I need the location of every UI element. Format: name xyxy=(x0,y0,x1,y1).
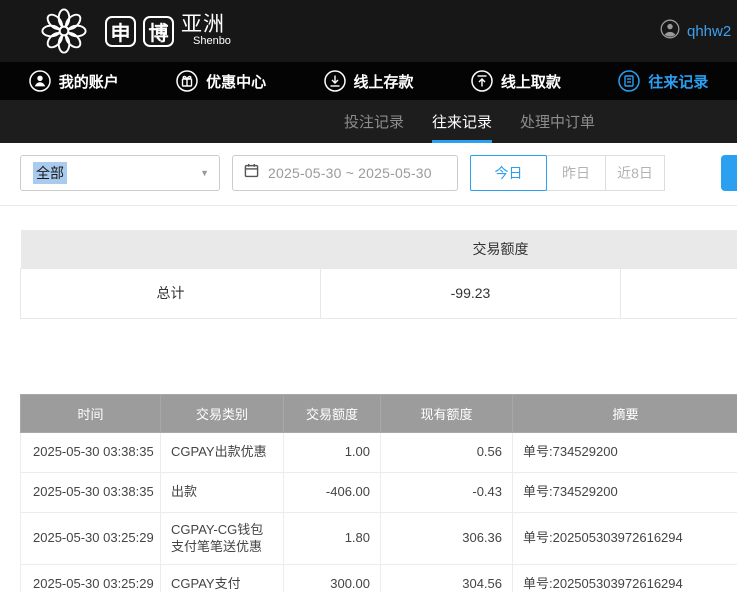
date-range-value: 2025-05-30 ~ 2025-05-30 xyxy=(268,165,432,181)
nav-label: 线上存款 xyxy=(354,71,414,92)
flower-logo-icon xyxy=(40,7,88,55)
summary-total-value: -99.23 xyxy=(321,268,621,318)
table-row: 2025-05-30 03:25:29 CGPAY-CG钱包支付笔笔送优惠 1.… xyxy=(21,512,737,564)
calendar-icon xyxy=(244,163,259,183)
sub-nav: 投注记录 往来记录 处理中订单 xyxy=(0,100,737,143)
records-table: 时间 交易类别 交易额度 现有额度 摘要 2025-05-30 03:38:35… xyxy=(20,394,737,592)
user-avatar-icon xyxy=(660,19,680,44)
logo-char-bo: 博 xyxy=(143,16,174,47)
records-header-row: 时间 交易类别 交易额度 现有额度 摘要 xyxy=(21,394,737,432)
col-amount: 交易额度 xyxy=(284,394,381,432)
type-select-value: 全部 xyxy=(33,162,67,184)
cell-time: 2025-05-30 03:25:29 xyxy=(21,564,161,592)
nav-item-withdraw[interactable]: 线上取款 xyxy=(442,62,589,100)
summary-empty-cell xyxy=(621,268,737,318)
summary-table: 交易额度 总计 -99.23 xyxy=(20,230,737,319)
cell-type: CGPAY支付 xyxy=(161,564,284,592)
last-8-days-button[interactable]: 近8日 xyxy=(605,155,665,191)
summary-header-row: 交易额度 xyxy=(21,230,737,268)
nav-item-transactions[interactable]: 往来记录 xyxy=(590,62,737,100)
nav-label: 线上取款 xyxy=(501,71,561,92)
col-balance: 现有额度 xyxy=(381,394,513,432)
cell-balance: 0.56 xyxy=(381,432,513,472)
table-row: 2025-05-30 03:38:35 CGPAY出款优惠 1.00 0.56 … xyxy=(21,432,737,472)
cell-balance: 304.56 xyxy=(381,564,513,592)
gift-circle-icon xyxy=(176,70,198,92)
cell-balance: 306.36 xyxy=(381,512,513,564)
yesterday-button[interactable]: 昨日 xyxy=(546,155,606,191)
date-range-input[interactable]: 2025-05-30 ~ 2025-05-30 xyxy=(232,155,458,191)
nav-item-promotions[interactable]: 优惠中心 xyxy=(147,62,294,100)
chevron-down-icon: ▼ xyxy=(200,168,209,178)
col-type: 交易类别 xyxy=(161,394,284,432)
cell-summary: 单号:202505303972616294 xyxy=(513,512,737,564)
cell-amount: 1.00 xyxy=(284,432,381,472)
cell-amount: -406.00 xyxy=(284,472,381,512)
cell-type: 出款 xyxy=(161,472,284,512)
summary-total-label: 总计 xyxy=(21,268,321,318)
cell-amount: 300.00 xyxy=(284,564,381,592)
cell-summary: 单号:734529200 xyxy=(513,432,737,472)
cell-time: 2025-05-30 03:38:35 xyxy=(21,432,161,472)
logo-char-shen: 申 xyxy=(105,16,136,47)
table-row: 2025-05-30 03:25:29 CGPAY支付 300.00 304.5… xyxy=(21,564,737,592)
brand-name-en: Shenbo xyxy=(181,36,231,48)
username-label: qhhw2 xyxy=(687,23,731,40)
main-nav: 我的账户 优惠中心 线上存款 xyxy=(0,62,737,100)
brand-logo: 申 博 亚洲 Shenbo xyxy=(40,7,231,55)
section-divider xyxy=(0,205,737,206)
app-header: 申 博 亚洲 Shenbo qhhw2 xyxy=(0,0,737,62)
search-button[interactable] xyxy=(721,155,737,191)
col-summary: 摘要 xyxy=(513,394,737,432)
cell-time: 2025-05-30 03:38:35 xyxy=(21,472,161,512)
records-circle-icon xyxy=(618,70,640,92)
tab-processing-orders[interactable]: 处理中订单 xyxy=(520,100,595,143)
type-select[interactable]: 全部 ▼ xyxy=(20,155,220,191)
quick-date-group: 今日 昨日 近8日 xyxy=(470,155,665,191)
cell-balance: -0.43 xyxy=(381,472,513,512)
summary-header-label: 交易额度 xyxy=(21,230,737,268)
user-account[interactable]: qhhw2 xyxy=(660,0,731,62)
nav-item-my-account[interactable]: 我的账户 xyxy=(0,62,147,100)
withdraw-circle-icon xyxy=(471,70,493,92)
filter-bar: 全部 ▼ 2025-05-30 ~ 2025-05-30 今日 昨日 近8日 xyxy=(0,143,737,191)
summary-total-row: 总计 -99.23 xyxy=(21,268,737,318)
tab-betting-records[interactable]: 投注记录 xyxy=(344,100,404,143)
cell-amount: 1.80 xyxy=(284,512,381,564)
tab-transaction-records[interactable]: 往来记录 xyxy=(432,100,492,143)
user-circle-icon xyxy=(29,70,51,92)
nav-label: 我的账户 xyxy=(59,71,119,92)
table-row: 2025-05-30 03:38:35 出款 -406.00 -0.43 单号:… xyxy=(21,472,737,512)
cell-type: CGPAY-CG钱包支付笔笔送优惠 xyxy=(161,512,284,564)
brand-text: 亚洲 Shenbo xyxy=(181,14,231,48)
cell-type: CGPAY出款优惠 xyxy=(161,432,284,472)
cell-summary: 单号:202505303972616294 xyxy=(513,564,737,592)
deposit-circle-icon xyxy=(324,70,346,92)
cell-time: 2025-05-30 03:25:29 xyxy=(21,512,161,564)
col-time: 时间 xyxy=(21,394,161,432)
nav-item-deposit[interactable]: 线上存款 xyxy=(295,62,442,100)
brand-name-cn: 亚洲 xyxy=(181,14,231,36)
nav-label: 优惠中心 xyxy=(206,71,266,92)
nav-label: 往来记录 xyxy=(648,71,708,92)
cell-summary: 单号:734529200 xyxy=(513,472,737,512)
today-button[interactable]: 今日 xyxy=(470,155,547,191)
